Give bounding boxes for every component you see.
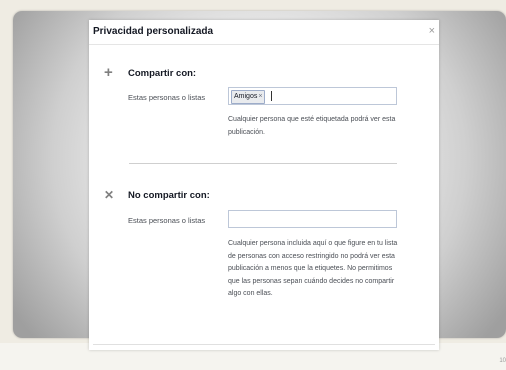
share-with-title: Compartir con: — [128, 68, 197, 79]
dialog-header: Privacidad personalizada × — [89, 20, 439, 45]
plus-icon: + — [104, 64, 113, 81]
dont-share-with-input[interactable] — [228, 210, 397, 228]
share-with-help-text: Cualquier persona que esté etiquetada po… — [228, 116, 396, 136]
dont-share-with-field-label: Estas personas o listas — [128, 216, 206, 225]
footer-divider — [93, 344, 435, 345]
dialog-title: Privacidad personalizada — [93, 26, 214, 37]
dont-share-with-help-text: Cualquier persona incluida aquí o que fi… — [228, 240, 398, 297]
slide-number: 10 — [499, 358, 506, 364]
section-divider — [129, 163, 397, 164]
token-label: Amigos — [234, 93, 258, 100]
custom-privacy-dialog: Privacidad personalizada × + Compartir c… — [89, 20, 439, 350]
share-with-input[interactable]: Amigos× — [228, 87, 397, 105]
dont-share-with-title: No compartir con: — [128, 190, 210, 201]
share-with-field-label: Estas personas o listas — [128, 93, 206, 102]
close-icon[interactable]: × — [429, 25, 435, 37]
text-caret — [271, 91, 272, 101]
token-amigos: Amigos× — [231, 90, 266, 104]
x-icon: ✕ — [104, 188, 115, 202]
token-remove-icon[interactable]: × — [258, 93, 262, 100]
